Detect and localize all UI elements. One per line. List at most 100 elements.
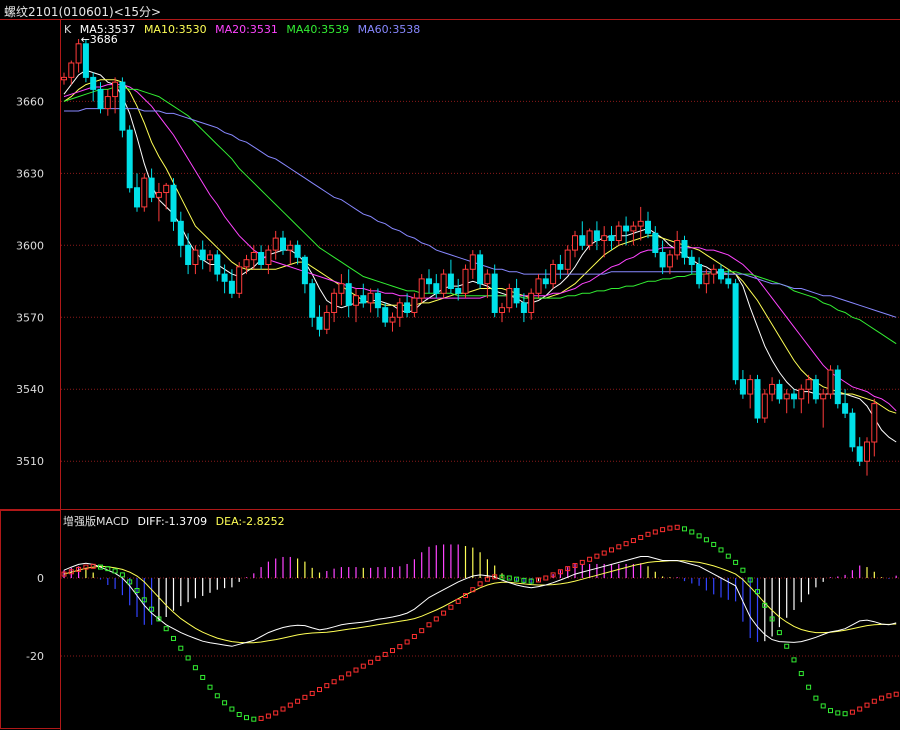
kline-tick-label: 3600 — [16, 239, 44, 252]
candle-down — [97, 88, 104, 110]
macd-trend-dot — [682, 526, 687, 532]
ma10-legend: MA10:3530 — [143, 23, 207, 36]
candle-down — [374, 292, 381, 309]
candle-down — [557, 263, 564, 270]
candle-down — [447, 273, 454, 289]
candle-up — [871, 403, 878, 443]
candle-up — [61, 76, 67, 81]
candle-up — [396, 302, 403, 318]
candle-up — [272, 237, 279, 251]
macd-trend-dot — [587, 556, 593, 562]
macd-plot — [61, 524, 899, 722]
candle-up — [353, 295, 359, 306]
macd-trend-dot — [820, 703, 826, 709]
macd-trend-dot — [477, 581, 483, 587]
candle-up — [783, 393, 790, 400]
macd-trend-dot — [302, 694, 308, 700]
kline-tick-label: 3660 — [16, 95, 44, 108]
candle-up — [411, 297, 418, 313]
macd-trend-dot — [265, 713, 271, 719]
macd-trend-dot — [192, 665, 198, 671]
ma20-legend: MA20:3531 — [215, 23, 278, 36]
macd-trend-dot — [857, 706, 863, 712]
macd-trend-dot — [353, 667, 359, 673]
macd-trend-dot — [616, 544, 622, 550]
diff-legend: DIFF:-1.3709 — [137, 515, 208, 528]
ma40-legend: MA40:3539 — [286, 23, 350, 36]
candle-up — [236, 266, 243, 294]
macd-trend-dot — [711, 541, 717, 547]
candle-down — [776, 383, 783, 400]
candle-down — [185, 244, 192, 265]
candle-down — [316, 316, 323, 330]
candle-up — [112, 81, 119, 98]
candle-up — [805, 379, 812, 390]
macd-trend-dot — [411, 634, 417, 639]
macd-trend-dot — [638, 534, 644, 540]
candle-up — [747, 379, 754, 395]
candle-down — [90, 76, 97, 90]
kline-label: K — [64, 23, 72, 36]
macd-trend-dot — [375, 655, 381, 661]
candle-up — [827, 369, 834, 395]
macd-trend-dot — [645, 531, 651, 537]
macd-axis-box — [0, 510, 61, 729]
macd-trend-dot — [813, 695, 819, 701]
macd-trend-dot — [331, 679, 337, 685]
candle-down — [754, 379, 761, 419]
candle-down — [126, 129, 133, 189]
macd-trend-dot — [346, 671, 352, 677]
candle-down — [199, 249, 206, 261]
candle-down — [608, 235, 615, 242]
candle-down — [725, 278, 732, 285]
candle-down — [542, 278, 549, 285]
ma40-line — [63, 86, 897, 345]
macd-trend-dot — [828, 708, 833, 714]
candle-up — [141, 177, 148, 208]
candle-down — [739, 379, 746, 395]
macd-trend-dot — [696, 533, 702, 539]
candle-down — [696, 263, 703, 285]
macd-trend-dot — [200, 674, 206, 680]
candle-down — [477, 254, 484, 285]
macd-trend-dot — [368, 659, 374, 665]
macd-trend-dot — [733, 559, 739, 565]
candle-up — [798, 388, 805, 400]
candle-down — [645, 220, 651, 234]
candle-up — [864, 441, 870, 462]
macd-trend-dot — [594, 553, 600, 559]
macd-trend-dot — [660, 527, 666, 533]
dea-legend: DEA:-2.8252 — [215, 515, 285, 528]
macd-trend-dot — [835, 710, 841, 716]
macd-trend-dot — [178, 645, 184, 651]
macd-label: 增强版MACD — [63, 515, 129, 528]
macd-tick-label: 0 — [37, 572, 44, 585]
macd-trend-dot — [864, 702, 870, 708]
candle-down — [491, 273, 498, 313]
macd-trend-dot — [214, 693, 220, 699]
macd-trend-dot — [433, 616, 439, 622]
macd-trend-dot — [448, 604, 454, 610]
macd-trend-dot — [229, 706, 235, 712]
candle-up — [499, 307, 505, 313]
macd-trend-dot — [309, 690, 315, 696]
candle-down — [688, 256, 695, 265]
candle-down — [221, 273, 228, 282]
candle-down — [119, 81, 126, 131]
candle-up — [601, 235, 608, 242]
macd-trend-dot — [171, 635, 176, 641]
macd-trend-dot — [207, 684, 213, 690]
macd-trend-dot — [419, 628, 425, 634]
macd-trend-dot — [798, 671, 804, 677]
macd-trend-dot — [674, 524, 680, 530]
candle-up — [104, 96, 111, 110]
ma60-legend: MA60:3538 — [357, 23, 421, 36]
candle-down — [623, 225, 630, 232]
macd-trend-dot — [280, 706, 286, 712]
candle-up — [761, 393, 768, 419]
candle-down — [732, 283, 739, 381]
macd-trend-dot — [718, 547, 724, 553]
macd-trend-dot — [258, 715, 264, 721]
macd-trend-dot — [360, 663, 366, 669]
macd-trend-dot — [623, 541, 629, 547]
